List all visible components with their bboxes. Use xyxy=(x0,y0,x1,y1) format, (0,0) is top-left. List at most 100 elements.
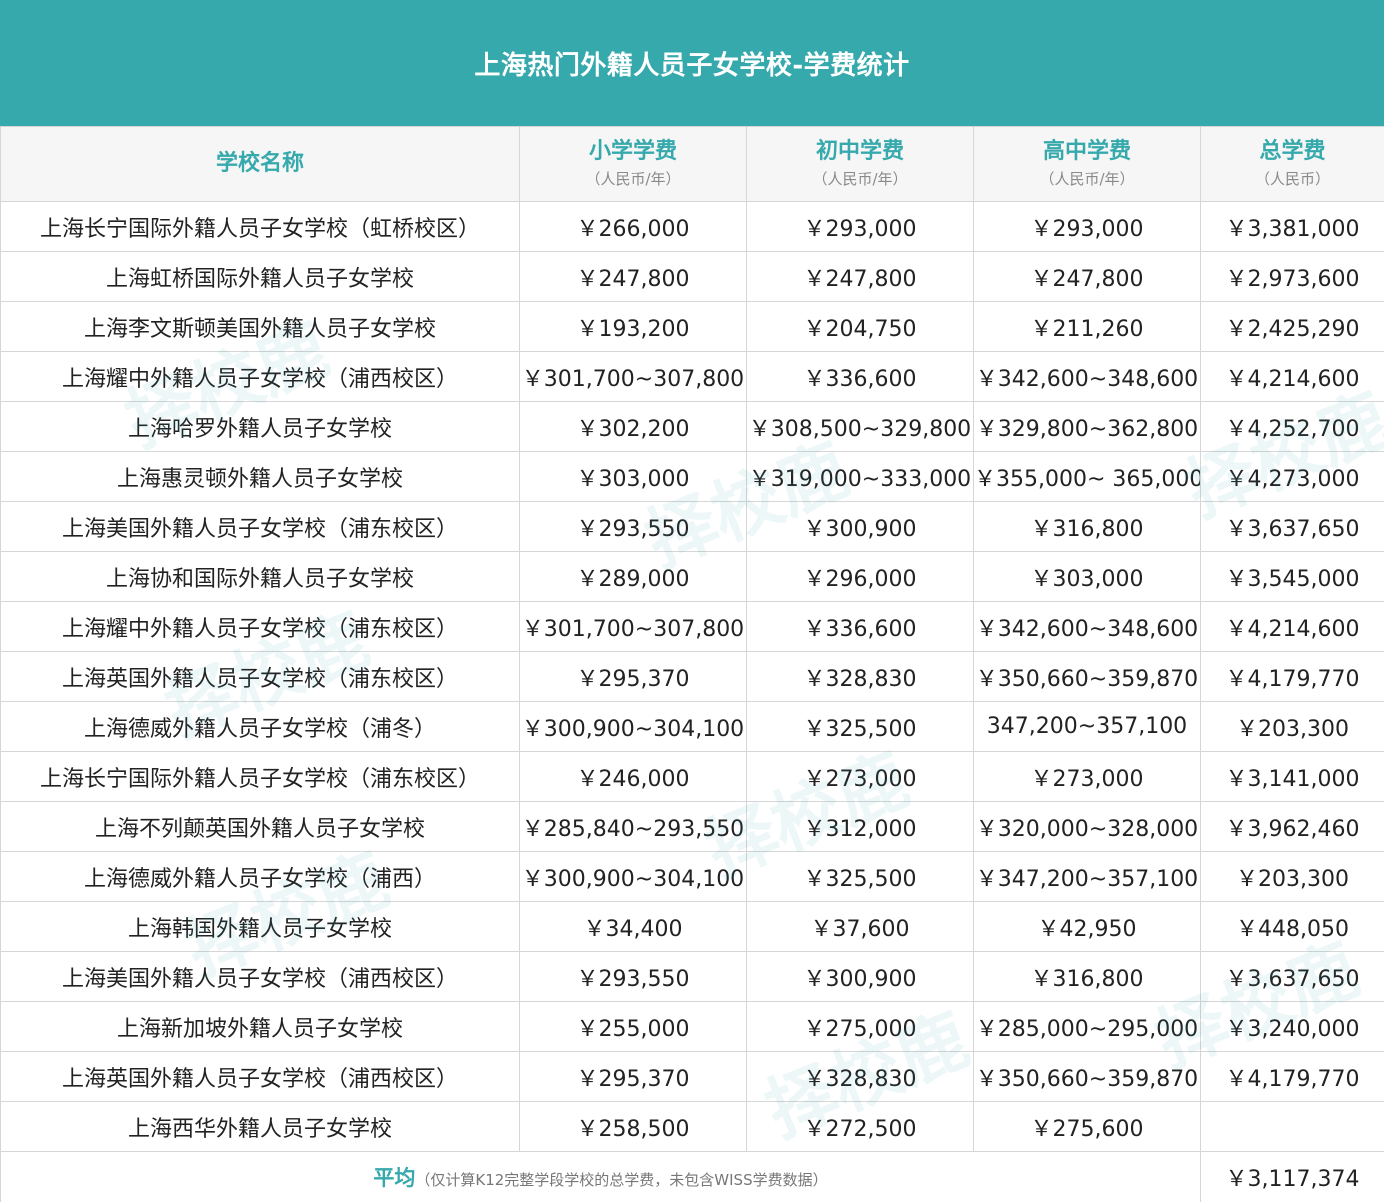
table-row: 上海德威外籍人员子女学校（浦冬） ￥300,900~304,100 ￥325,500… xyxy=(0,701,1384,752)
table-header-row: 学校名称 小学学费 （人民币/年） 初中学费 （人民币/年） 高中学费 （人民币… xyxy=(0,126,1384,202)
cell-high: ￥303,000 xyxy=(973,551,1201,602)
cell-primary: ￥285,840~293,550 xyxy=(519,801,747,852)
cell-middle: ￥325,500 xyxy=(746,701,974,752)
cell-middle: ￥312,000 xyxy=(746,801,974,852)
cell-total: ￥4,252,700 xyxy=(1200,401,1384,452)
cell-total: ￥3,381,000 xyxy=(1200,201,1384,252)
cell-total: ￥203,300 xyxy=(1200,701,1384,752)
header-high-label: 高中学费 xyxy=(1042,139,1131,164)
cell-school: 上海哈罗外籍人员子女学校 xyxy=(0,401,520,452)
cell-school: 上海美国外籍人员子女学校（浦西校区） xyxy=(0,951,520,1002)
cell-primary: ￥293,550 xyxy=(519,501,747,552)
header-high: 高中学费 （人民币/年） xyxy=(973,126,1201,202)
table-row: 上海哈罗外籍人员子女学校 ￥302,200 ￥308,500~329,800 ￥329… xyxy=(0,401,1384,452)
cell-middle: ￥272,500 xyxy=(746,1101,974,1152)
cell-middle: ￥336,600 xyxy=(746,601,974,652)
table-body: 上海长宁国际外籍人员子女学校（虹桥校区） ￥266,000 ￥293,000 ￥293… xyxy=(0,201,1384,1202)
cell-primary: ￥255,000 xyxy=(519,1001,747,1052)
table-row: 上海美国外籍人员子女学校（浦西校区） ￥293,550 ￥300,900 ￥316,8… xyxy=(0,951,1384,1002)
header-total-label: 总学费 xyxy=(1259,139,1326,164)
cell-total: ￥3,141,000 xyxy=(1200,751,1384,802)
header-total-unit: （人民币） xyxy=(1254,170,1330,188)
header-primary-unit: （人民币/年） xyxy=(585,170,681,188)
cell-middle: ￥296,000 xyxy=(746,551,974,602)
cell-middle: ￥275,000 xyxy=(746,1001,974,1052)
table-row: 上海西华外籍人员子女学校 ￥258,500 ￥272,500 ￥275,600 xyxy=(0,1101,1384,1152)
cell-school: 上海惠灵顿外籍人员子女学校 xyxy=(0,451,520,502)
cell-high: ￥275,600 xyxy=(973,1101,1201,1152)
table-row: 上海英国外籍人员子女学校（浦西校区） ￥295,370 ￥328,830 ￥350,6… xyxy=(0,1051,1384,1102)
average-row: 平均（仅计算K12完整学段学校的总学费，未包含WISS学费数据） ￥3,117,3… xyxy=(0,1151,1384,1202)
cell-primary: ￥293,550 xyxy=(519,951,747,1002)
cell-high: ￥42,950 xyxy=(973,901,1201,952)
table-row: 上海英国外籍人员子女学校（浦东校区） ￥295,370 ￥328,830 ￥350,6… xyxy=(0,651,1384,702)
cell-school: 上海英国外籍人员子女学校（浦西校区） xyxy=(0,1051,520,1102)
cell-high: ￥350,660~359,870 xyxy=(973,651,1201,702)
cell-primary: ￥295,370 xyxy=(519,651,747,702)
cell-high: ￥342,600~348,600 xyxy=(973,351,1201,402)
table-row: 上海长宁国际外籍人员子女学校（虹桥校区） ￥266,000 ￥293,000 ￥293… xyxy=(0,201,1384,252)
cell-high: ￥211,260 xyxy=(973,301,1201,352)
cell-middle: ￥308,500~329,800 xyxy=(746,401,974,452)
cell-primary: ￥289,000 xyxy=(519,551,747,602)
cell-total: ￥203,300 xyxy=(1200,851,1384,902)
cell-high: ￥355,000~ 365,000 xyxy=(973,451,1201,502)
cell-primary: ￥246,000 xyxy=(519,751,747,802)
page-title: 上海热门外籍人员子女学校-学费统计 xyxy=(0,0,1384,126)
cell-high: ￥347,200~357,100 xyxy=(973,851,1201,902)
cell-primary: ￥34,400 xyxy=(519,901,747,952)
average-label: 平均 xyxy=(373,1166,416,1190)
cell-high: ￥285,000~295,000 xyxy=(973,1001,1201,1052)
header-total: 总学费 （人民币） xyxy=(1200,126,1384,202)
cell-middle: ￥247,800 xyxy=(746,251,974,302)
cell-primary: ￥266,000 xyxy=(519,201,747,252)
table-row: 上海新加坡外籍人员子女学校 ￥255,000 ￥275,000 ￥285,000~29… xyxy=(0,1001,1384,1052)
header-middle-label: 初中学费 xyxy=(815,139,904,164)
cell-school: 上海李文斯顿美国外籍人员子女学校 xyxy=(0,301,520,352)
cell-total xyxy=(1200,1101,1384,1152)
table-row: 上海不列颠英国外籍人员子女学校 ￥285,840~293,550 ￥312,000 ￥… xyxy=(0,801,1384,852)
cell-high: 347,200~357,100 xyxy=(973,701,1201,752)
cell-middle: ￥300,900 xyxy=(746,951,974,1002)
cell-school: 上海新加坡外籍人员子女学校 xyxy=(0,1001,520,1052)
header-middle-unit: （人民币/年） xyxy=(812,170,908,188)
table-row: 上海德威外籍人员子女学校（浦西） ￥300,900~304,100 ￥325,500… xyxy=(0,851,1384,902)
cell-total: ￥2,425,290 xyxy=(1200,301,1384,352)
table-row: 上海惠灵顿外籍人员子女学校 ￥303,000 ￥319,000~333,000 ￥35… xyxy=(0,451,1384,502)
header-school: 学校名称 xyxy=(0,126,520,202)
cell-school: 上海德威外籍人员子女学校（浦西） xyxy=(0,851,520,902)
table-row: 上海耀中外籍人员子女学校（浦西校区） ￥301,700~307,800 ￥336,6… xyxy=(0,351,1384,402)
cell-high: ￥316,800 xyxy=(973,951,1201,1002)
cell-total: ￥4,179,770 xyxy=(1200,651,1384,702)
cell-middle: ￥325,500 xyxy=(746,851,974,902)
cell-school: 上海长宁国际外籍人员子女学校（虹桥校区） xyxy=(0,201,520,252)
cell-high: ￥247,800 xyxy=(973,251,1201,302)
cell-middle: ￥336,600 xyxy=(746,351,974,402)
cell-school: 上海韩国外籍人员子女学校 xyxy=(0,901,520,952)
cell-primary: ￥193,200 xyxy=(519,301,747,352)
cell-total: ￥448,050 xyxy=(1200,901,1384,952)
cell-total: ￥4,214,600 xyxy=(1200,351,1384,402)
cell-total: ￥3,637,650 xyxy=(1200,501,1384,552)
cell-school: 上海长宁国际外籍人员子女学校（浦东校区） xyxy=(0,751,520,802)
cell-total: ￥3,962,460 xyxy=(1200,801,1384,852)
cell-primary: ￥301,700~307,800 xyxy=(519,351,747,402)
cell-total: ￥3,240,000 xyxy=(1200,1001,1384,1052)
average-label-cell: 平均（仅计算K12完整学段学校的总学费，未包含WISS学费数据） xyxy=(0,1151,1201,1202)
cell-high: ￥320,000~328,000 xyxy=(973,801,1201,852)
header-primary-label: 小学学费 xyxy=(588,139,677,164)
cell-middle: ￥319,000~333,000 xyxy=(746,451,974,502)
cell-total: ￥4,214,600 xyxy=(1200,601,1384,652)
cell-primary: ￥300,900~304,100 xyxy=(519,851,747,902)
cell-primary: ￥301,700~307,800 xyxy=(519,601,747,652)
cell-primary: ￥295,370 xyxy=(519,1051,747,1102)
cell-total: ￥3,545,000 xyxy=(1200,551,1384,602)
cell-school: 上海耀中外籍人员子女学校（浦东校区） xyxy=(0,601,520,652)
header-middle: 初中学费 （人民币/年） xyxy=(746,126,974,202)
cell-school: 上海耀中外籍人员子女学校（浦西校区） xyxy=(0,351,520,402)
cell-middle: ￥328,830 xyxy=(746,651,974,702)
cell-school: 上海英国外籍人员子女学校（浦东校区） xyxy=(0,651,520,702)
tuition-table-container: 学校名称 小学学费 （人民币/年） 初中学费 （人民币/年） 高中学费 （人民币… xyxy=(0,126,1384,1202)
cell-middle: ￥273,000 xyxy=(746,751,974,802)
average-note: （仅计算K12完整学段学校的总学费，未包含WISS学费数据） xyxy=(415,1171,828,1189)
